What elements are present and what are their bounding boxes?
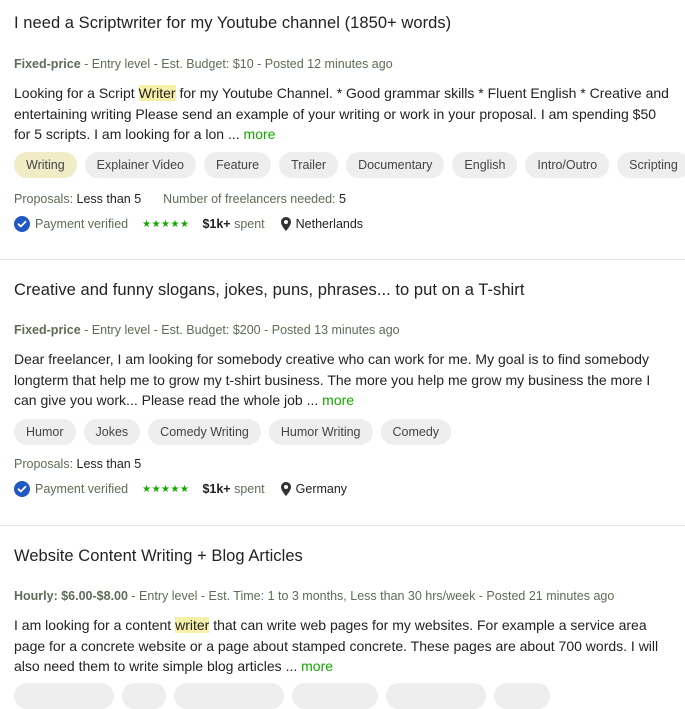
skill-tag[interactable] xyxy=(386,683,486,709)
more-link[interactable]: more xyxy=(244,126,276,142)
search-highlight: Writer xyxy=(138,85,176,101)
more-link[interactable]: more xyxy=(322,392,354,408)
skill-tag[interactable]: Documentary xyxy=(346,152,445,178)
job-type: Hourly: $6.00-$8.00 xyxy=(14,589,128,603)
spent-value: $1k+ xyxy=(202,217,231,231)
skill-tag[interactable] xyxy=(494,683,550,709)
skill-tag[interactable]: Intro/Outro xyxy=(525,152,610,178)
client-location: Germany xyxy=(295,482,348,496)
skill-tag[interactable] xyxy=(174,683,284,709)
job-meta-details: - Entry level - Est. Time: 1 to 3 months… xyxy=(127,589,615,603)
skill-tag[interactable]: English xyxy=(452,152,518,178)
skill-tags: Humor Jokes Comedy Writing Humor Writing… xyxy=(14,419,452,445)
job-type: Fixed-price xyxy=(14,57,81,71)
rating-stars: ★★★★★ xyxy=(142,483,190,495)
skill-tags xyxy=(14,683,550,709)
skill-tag[interactable]: Jokes xyxy=(83,419,141,445)
skill-tag[interactable] xyxy=(122,683,166,709)
job-card[interactable]: I need a Scriptwriter for my Youtube cha… xyxy=(0,0,685,260)
job-meta: Fixed-price - Entry level - Est. Budget:… xyxy=(14,57,393,71)
proposals-value: Less than 5 xyxy=(76,457,142,471)
freelancers-needed-label: Number of freelancers needed: xyxy=(163,192,339,206)
skill-tag[interactable]: Humor Writing xyxy=(268,419,373,445)
job-meta-details: - Entry level - Est. Budget: $10 - Poste… xyxy=(80,57,393,71)
proposals-label: Proposals: xyxy=(14,192,77,206)
client-spent: $1k+ spent xyxy=(202,217,264,231)
proposals-info: Proposals: Less than 5 xyxy=(14,457,141,471)
job-description: I am looking for a content writer that c… xyxy=(14,615,674,677)
proposals-info: Proposals: Less than 5 Number of freelanc… xyxy=(14,192,346,206)
skill-tag[interactable]: Comedy Writing xyxy=(148,419,261,445)
job-meta-details: - Entry level - Est. Budget: $200 - Post… xyxy=(80,323,400,337)
rating-stars: ★★★★★ xyxy=(142,218,190,230)
proposals-value: Less than 5 xyxy=(76,192,142,206)
job-card[interactable]: Creative and funny slogans, jokes, puns,… xyxy=(0,260,685,526)
job-meta: Hourly: $6.00-$8.00 - Entry level - Est.… xyxy=(14,589,614,603)
job-title[interactable]: Creative and funny slogans, jokes, puns,… xyxy=(14,281,524,300)
payment-status: Payment verified xyxy=(35,217,129,231)
payment-status: Payment verified xyxy=(35,482,129,496)
skill-tags: Writing Explainer Video Feature Trailer … xyxy=(14,152,685,178)
description-text: I am looking for a content xyxy=(14,617,176,633)
freelancers-needed-value: 5 xyxy=(338,192,346,206)
skill-tag[interactable] xyxy=(14,683,114,709)
client-location: Netherlands xyxy=(295,217,364,231)
location-pin-icon xyxy=(280,217,291,231)
proposals-label: Proposals: xyxy=(14,457,77,471)
spent-label: spent xyxy=(230,217,265,231)
search-highlight: writer xyxy=(175,617,210,633)
skill-tag[interactable]: Writing xyxy=(14,152,77,178)
more-link[interactable]: more xyxy=(301,658,333,674)
client-info: Payment verified ★★★★★ $1k+ spent Nether… xyxy=(14,216,363,232)
skill-tag[interactable]: Trailer xyxy=(279,152,339,178)
skill-tag[interactable]: Explainer Video xyxy=(84,152,197,178)
job-title[interactable]: I need a Scriptwriter for my Youtube cha… xyxy=(14,14,451,33)
spent-value: $1k+ xyxy=(202,482,231,496)
job-card[interactable]: Website Content Writing + Blog Articles … xyxy=(0,526,685,709)
job-description: Dear freelancer, I am looking for somebo… xyxy=(14,349,674,411)
skill-tag[interactable]: Comedy xyxy=(380,419,452,445)
job-title[interactable]: Website Content Writing + Blog Articles xyxy=(14,547,303,566)
client-info: Payment verified ★★★★★ $1k+ spent German… xyxy=(14,481,347,497)
skill-tag[interactable]: Scripting xyxy=(617,152,685,178)
verified-badge-icon xyxy=(14,216,30,232)
job-description: Looking for a Script Writer for my Youtu… xyxy=(14,83,674,145)
spent-label: spent xyxy=(230,482,265,496)
verified-badge-icon xyxy=(14,481,30,497)
job-meta: Fixed-price - Entry level - Est. Budget:… xyxy=(14,323,400,337)
client-spent: $1k+ spent xyxy=(202,482,264,496)
location-pin-icon xyxy=(280,482,291,496)
skill-tag[interactable]: Feature xyxy=(204,152,272,178)
skill-tag[interactable]: Humor xyxy=(14,419,76,445)
description-text: Looking for a Script xyxy=(14,85,139,101)
skill-tag[interactable] xyxy=(292,683,378,709)
job-type: Fixed-price xyxy=(14,323,81,337)
